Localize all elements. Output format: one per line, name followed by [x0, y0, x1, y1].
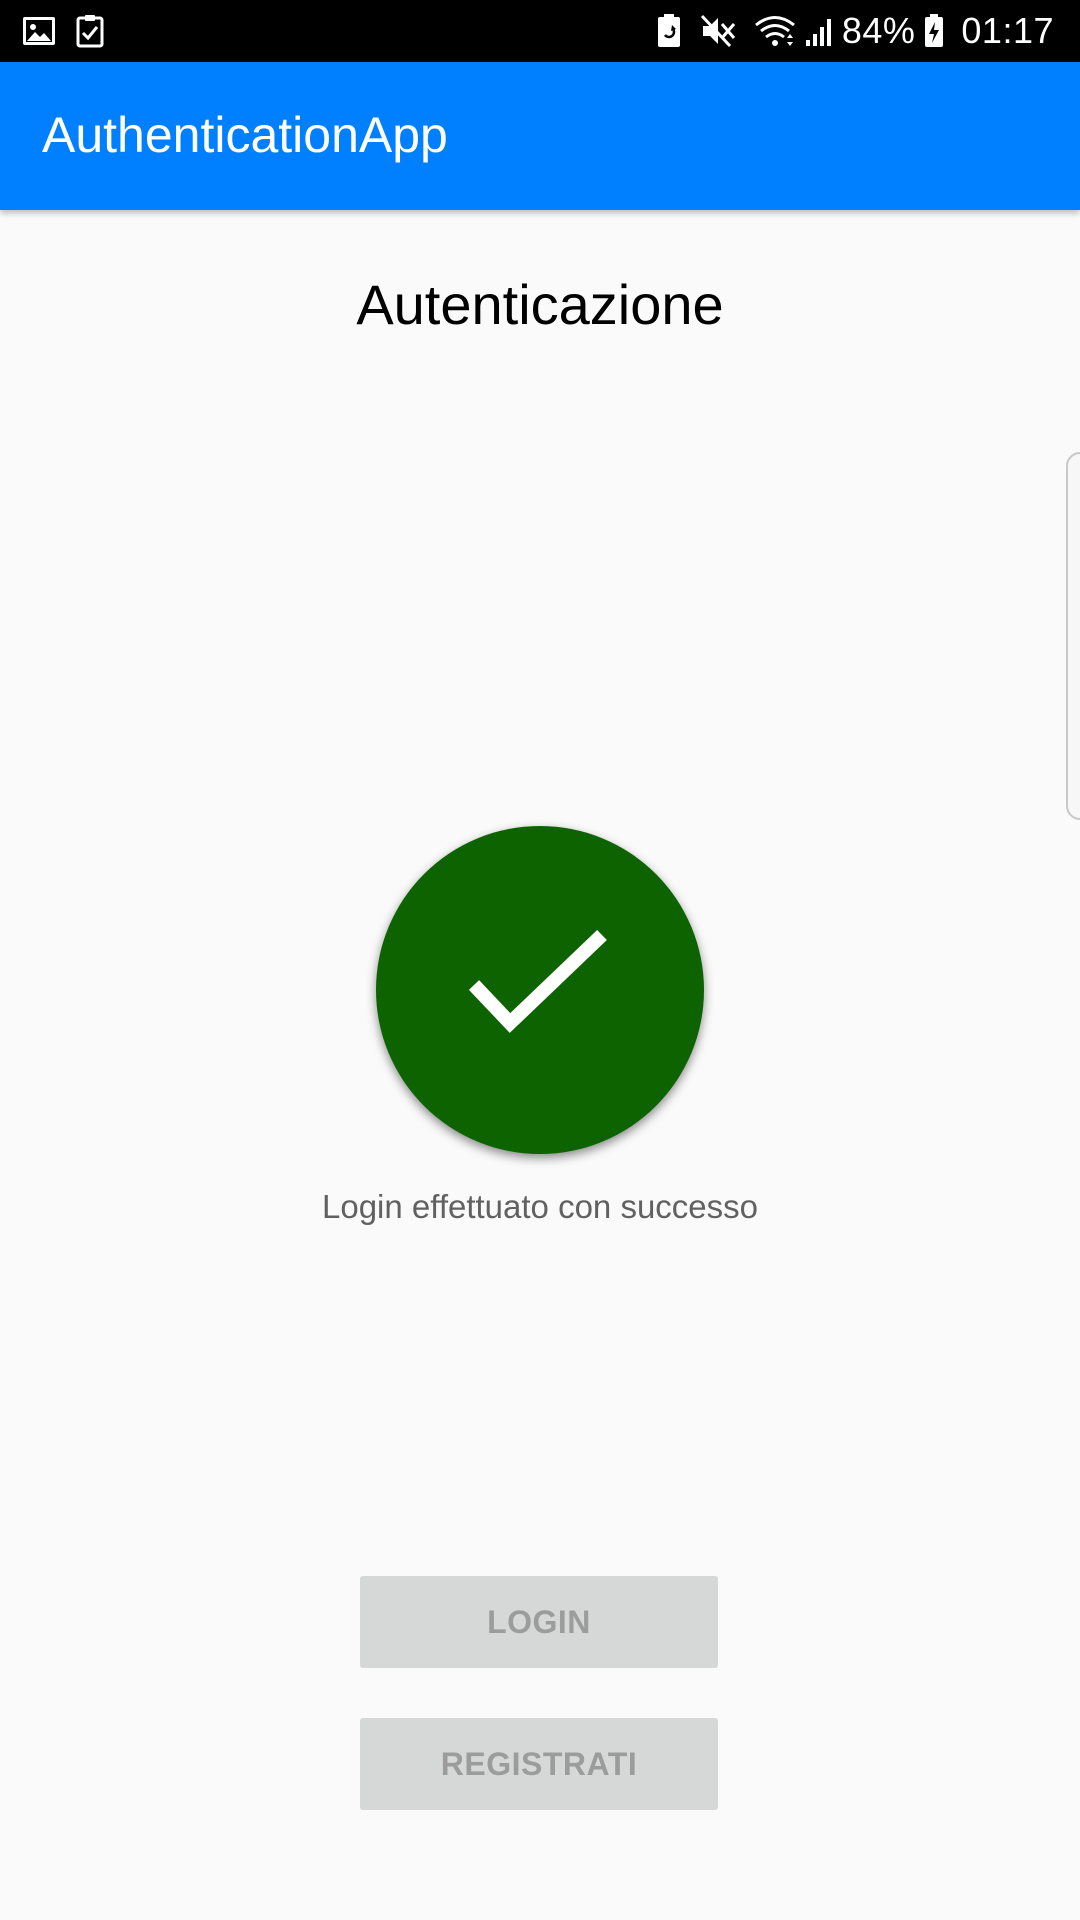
- status-bar-right: 84% 01:17: [656, 0, 1054, 62]
- page-title: Autenticazione: [356, 273, 724, 336]
- clipboard-check-icon: [76, 14, 104, 48]
- status-bar: 84% 01:17: [0, 0, 1080, 62]
- battery-saver-icon: [656, 13, 682, 49]
- success-message: Login effettuato con successo: [321, 1188, 759, 1225]
- register-button[interactable]: REGISTRATI: [360, 1718, 718, 1810]
- clock: 01:17: [961, 10, 1054, 51]
- signal-icon: [804, 14, 834, 48]
- login-button[interactable]: LOGIN: [360, 1576, 718, 1668]
- success-indicator: [376, 826, 704, 1154]
- gallery-icon: [22, 16, 56, 46]
- app-title: AuthenticationApp: [42, 107, 448, 163]
- checkmark-icon: [460, 925, 620, 1055]
- wifi-icon: [754, 14, 796, 48]
- edge-panel-handle[interactable]: [1066, 452, 1080, 820]
- battery-icon: [923, 13, 945, 49]
- status-bar-left: [22, 14, 104, 48]
- app-bar: AuthenticationApp: [0, 62, 1080, 210]
- battery-percent: 84%: [841, 10, 916, 51]
- mute-icon: [700, 14, 736, 48]
